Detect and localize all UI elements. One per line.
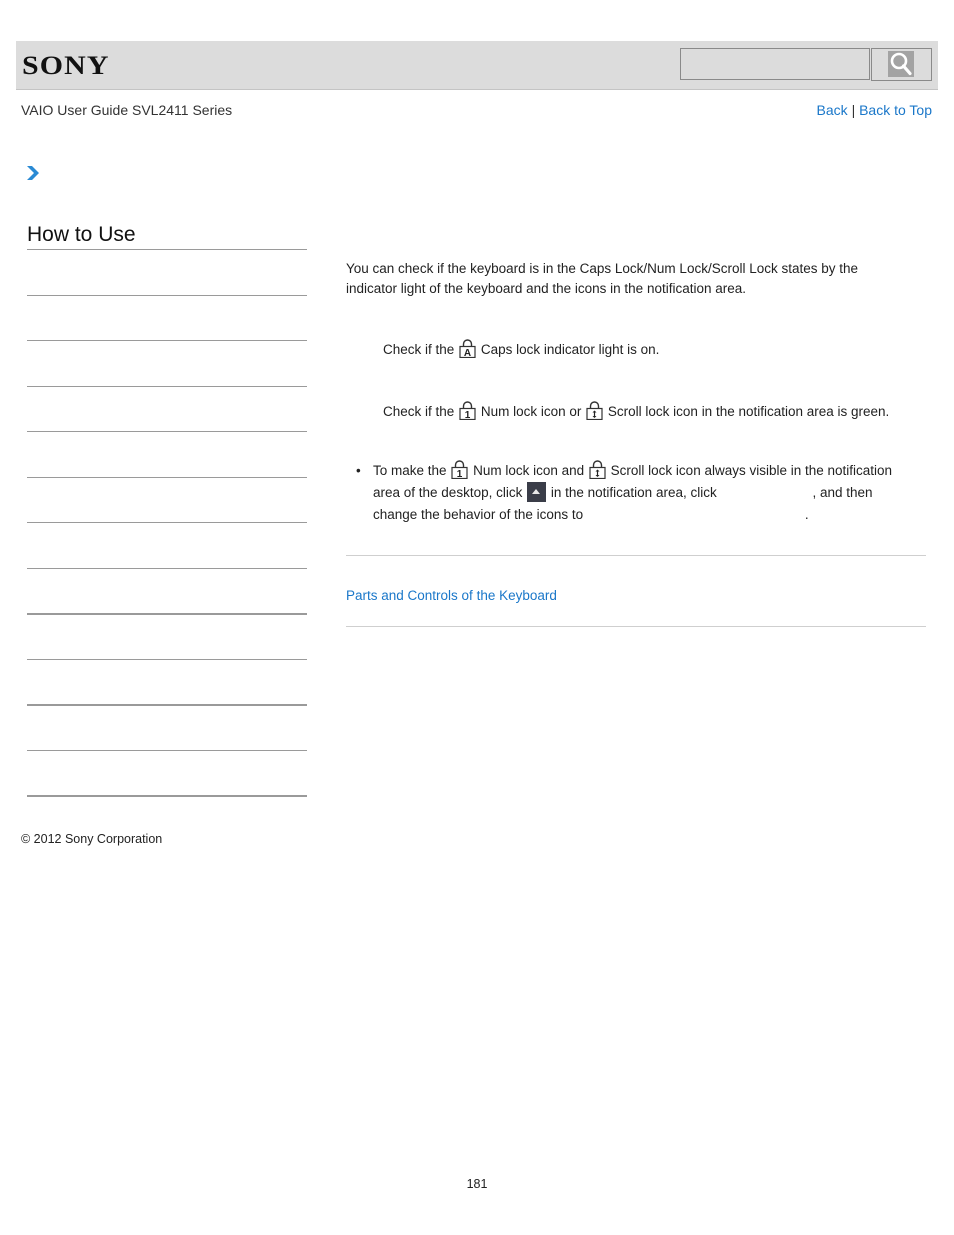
intro-paragraph: You can check if the keyboard is in the … <box>346 261 859 296</box>
back-to-top-link[interactable]: Back to Top <box>859 102 932 118</box>
svg-text:1: 1 <box>457 469 463 479</box>
note-text-part: . <box>804 507 809 522</box>
caps-lock-step: Check if the A Caps lock indicator light… <box>383 339 659 360</box>
step-text: Check if the <box>383 342 455 357</box>
copyright: © 2012 Sony Corporation <box>21 832 163 846</box>
note-item: • To make the 1 Num lock icon and Scroll… <box>356 460 916 526</box>
guide-title: VAIO User Guide SVL2411 Series <box>21 102 233 118</box>
sidebar-item[interactable] <box>27 660 307 704</box>
sidebar-title: How to Use <box>27 223 136 246</box>
sidebar-item[interactable] <box>27 432 307 476</box>
sidebar-item[interactable] <box>27 523 307 567</box>
sidebar-item[interactable] <box>27 569 307 613</box>
step-text: Caps lock indicator light is on. <box>480 342 660 357</box>
note-text-part: in the notification area, click <box>550 485 717 500</box>
sidebar-item[interactable] <box>27 387 307 431</box>
sidebar-item[interactable] <box>27 751 307 795</box>
sidebar-item[interactable] <box>27 706 307 750</box>
sidebar-item[interactable] <box>27 478 307 522</box>
related-topic-link[interactable]: Parts and Controls of the Keyboard <box>346 586 557 606</box>
show-hidden-icons-button[interactable] <box>527 482 547 502</box>
step-text: Num lock icon or <box>480 404 582 419</box>
sidebar-item[interactable] <box>27 296 307 340</box>
divider <box>346 626 926 627</box>
chevron-right-icon[interactable] <box>26 165 40 181</box>
sony-logo: SONY <box>22 51 110 80</box>
sidebar-item[interactable] <box>27 250 307 294</box>
sidebar-item[interactable] <box>27 615 307 659</box>
num-lock-icon: 1 <box>451 460 468 480</box>
caps-lock-icon: A <box>459 339 476 359</box>
page-number: 181 <box>466 1177 488 1191</box>
search-button[interactable] <box>871 48 932 81</box>
step-text: Scroll lock icon in the notification are… <box>607 404 890 419</box>
sidebar-item[interactable] <box>27 341 307 385</box>
num-lock-icon: 1 <box>459 401 476 421</box>
svg-text:1: 1 <box>465 410 471 420</box>
back-link[interactable]: Back <box>817 102 848 118</box>
nav-links: Back | Back to Top <box>817 102 932 118</box>
note-text: To make the 1 Num lock icon and Scroll l… <box>373 460 916 526</box>
scroll-lock-icon <box>589 460 606 480</box>
sidebar-divider <box>27 795 307 797</box>
note-text-part: Num lock icon and <box>473 463 585 478</box>
search-input[interactable] <box>680 48 870 80</box>
scroll-lock-icon <box>586 401 603 421</box>
header-bar: SONY <box>16 41 938 90</box>
note-text-part: To make the <box>373 463 447 478</box>
num-scroll-lock-step: Check if the 1 Num lock icon or Scroll l… <box>383 401 889 422</box>
magnifier-icon <box>888 51 914 77</box>
bullet: • <box>356 463 361 478</box>
divider <box>346 555 926 556</box>
svg-text:A: A <box>464 348 471 358</box>
step-text: Check if the <box>383 404 455 419</box>
nav-separator: | <box>851 102 856 118</box>
